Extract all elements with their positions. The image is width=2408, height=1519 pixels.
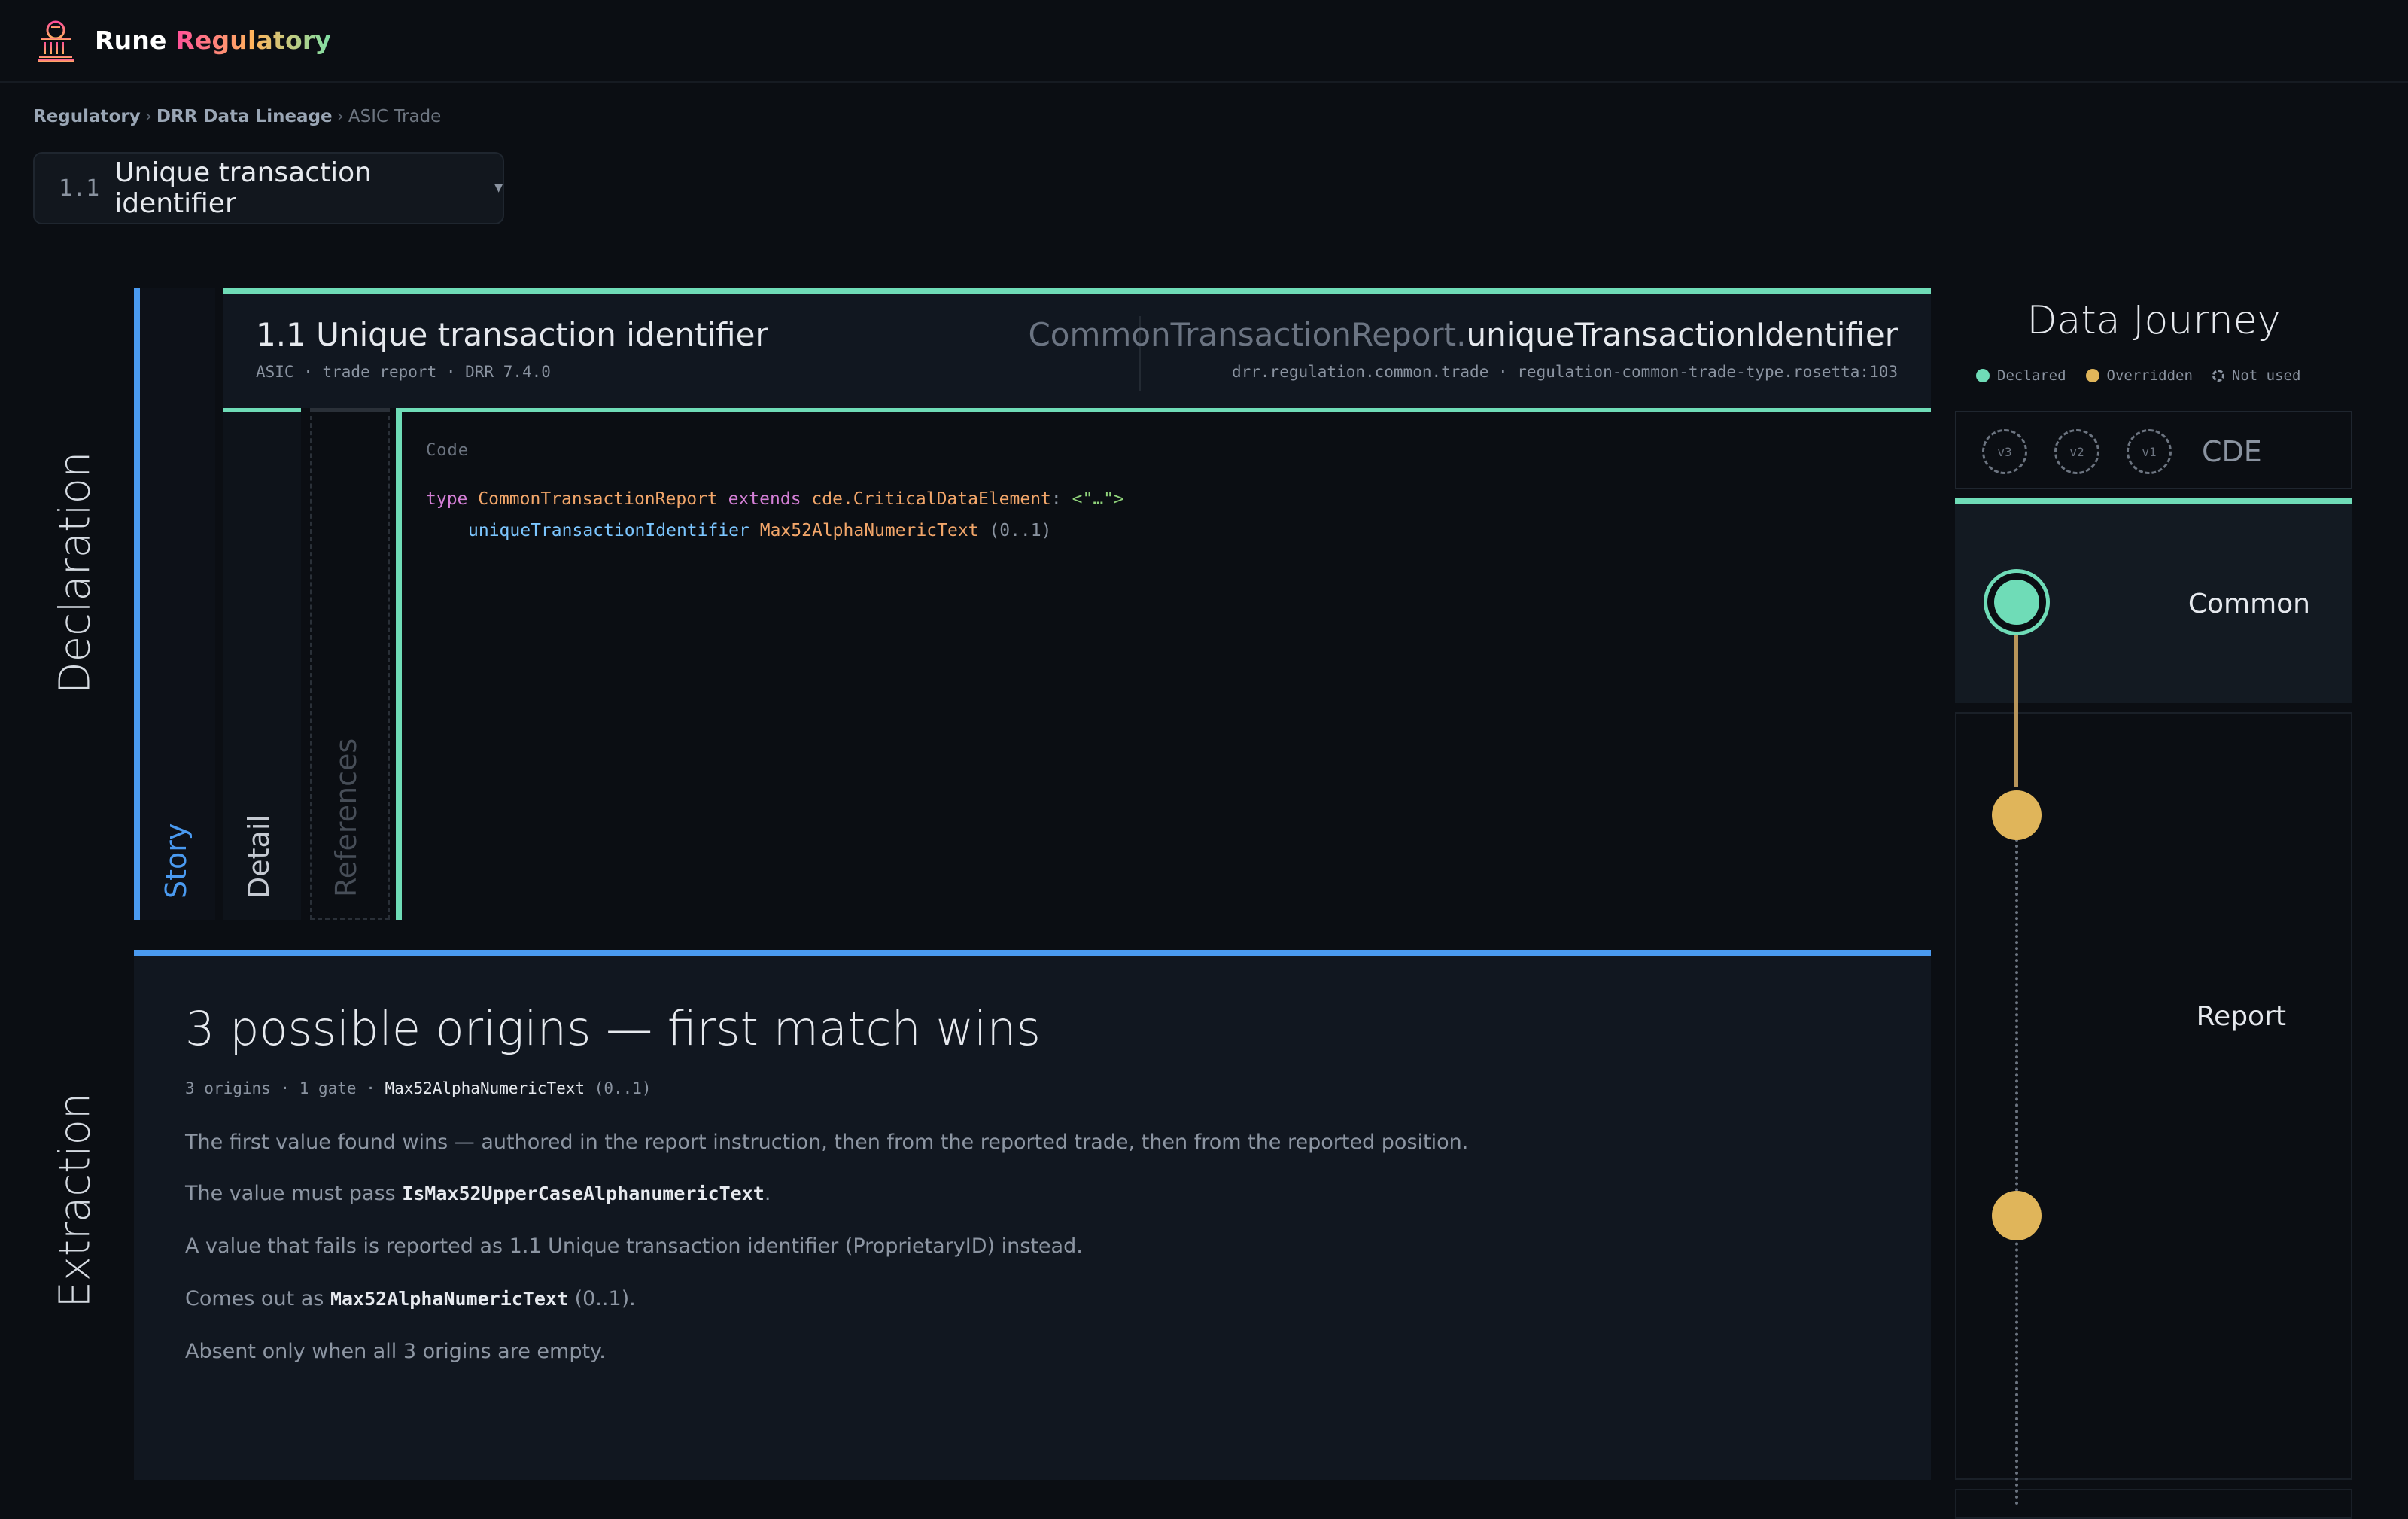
- journey-legend: Declared Overridden Not used: [1976, 367, 2300, 384]
- code-type-name: CommonTransactionReport: [478, 489, 718, 509]
- institution-icon[interactable]: [36, 20, 75, 62]
- gate-suffix: .: [764, 1182, 771, 1205]
- output-prefix: Comes out as: [185, 1287, 330, 1310]
- version-v2[interactable]: v2: [2054, 429, 2099, 474]
- summary-counts: 3 origins · 1 gate ·: [185, 1079, 385, 1097]
- code-doc-string: <"…">: [1072, 489, 1124, 509]
- tab-detail[interactable]: Detail: [223, 408, 301, 920]
- code-attribute-type: Max52AlphaNumericText: [759, 521, 979, 540]
- cde-version-row: v3 v2 v1 CDE: [1955, 411, 2352, 489]
- brand-name[interactable]: Rune Regulatory: [95, 26, 331, 55]
- breadcrumb-current: ASIC Trade: [348, 107, 442, 126]
- legend-not-used-label: Not used: [2231, 367, 2301, 384]
- declaration-title: 1.1 Unique transaction identifier: [256, 316, 768, 353]
- common-label: Common: [2188, 589, 2310, 619]
- tab-references[interactable]: References: [310, 408, 390, 920]
- overridden-node-1[interactable]: [1992, 790, 2042, 840]
- version-v1[interactable]: v1: [2127, 429, 2172, 474]
- extraction-heading: 3 possible origins — first match wins: [185, 1001, 1041, 1056]
- extraction-panel: 3 possible origins — first match wins 3 …: [134, 950, 1931, 1480]
- tab-references-label: References: [330, 738, 363, 897]
- output-suffix: (0..1).: [568, 1287, 636, 1310]
- legend-not-used: Not used: [2212, 367, 2301, 384]
- top-bar: Rune Regulatory: [0, 0, 2408, 83]
- declared-node[interactable]: [1984, 569, 2050, 635]
- extraction-summary: 3 origins · 1 gate · Max52AlphaNumericTe…: [185, 1079, 652, 1097]
- tab-story-label: Story: [160, 823, 193, 899]
- declared-dot-icon: [1976, 369, 1990, 382]
- code-super-type: cde.CriticalDataElement: [811, 489, 1051, 509]
- overridden-dot-icon: [2085, 369, 2099, 382]
- code-panel: Code type CommonTransactionReport extend…: [396, 408, 1931, 920]
- gate-function: IsMax52UpperCaseAlphanumericText: [402, 1183, 765, 1204]
- journey-connector-solid: [2014, 629, 2018, 787]
- report-label: Report: [2196, 1001, 2286, 1032]
- cde-label: CDE: [2202, 435, 2262, 468]
- code-caption: Code: [426, 441, 469, 460]
- tab-story[interactable]: Story: [140, 288, 215, 920]
- code-attribute-name: uniqueTransactionIdentifier: [468, 521, 749, 540]
- extraction-paragraph-output: Comes out as Max52AlphaNumericText (0..1…: [185, 1287, 636, 1310]
- summary-type: Max52AlphaNumericText: [385, 1079, 585, 1097]
- brand-first: Rune: [95, 26, 167, 55]
- declaration-source: drr.regulation.common.trade · regulation…: [1231, 363, 1898, 381]
- breadcrumb-item-regulatory[interactable]: Regulatory: [33, 107, 141, 126]
- breadcrumb: Regulatory › DRR Data Lineage › ASIC Trade: [33, 107, 441, 126]
- path-type: CommonTransactionReport.: [1028, 316, 1467, 353]
- code-line-attribute: uniqueTransactionIdentifier Max52AlphaNu…: [468, 521, 1051, 540]
- extraction-paragraph-gate: The value must pass IsMax52UpperCaseAlph…: [185, 1182, 771, 1205]
- summary-cardinality: (0..1): [585, 1079, 652, 1097]
- overridden-node-2[interactable]: [1992, 1191, 2042, 1240]
- breadcrumb-separator: ›: [336, 107, 344, 126]
- breadcrumb-item-drr-data-lineage[interactable]: DRR Data Lineage: [157, 107, 333, 126]
- legend-declared: Declared: [1976, 367, 2066, 384]
- code-keyword-extends: extends: [728, 489, 801, 509]
- version-v3[interactable]: v3: [1982, 429, 2027, 474]
- output-type: Max52AlphaNumericText: [330, 1288, 569, 1310]
- journey-connector-dotted: [2015, 839, 2018, 1505]
- breadcrumb-separator: ›: [144, 107, 152, 126]
- path-attribute: uniqueTransactionIdentifier: [1466, 316, 1898, 353]
- code-colon: :: [1050, 489, 1062, 509]
- declaration-header: 1.1 Unique transaction identifier ASIC ·…: [223, 288, 1931, 408]
- declaration-path: CommonTransactionReport.uniqueTransactio…: [1028, 316, 1898, 353]
- extraction-paragraph-fallback: A value that fails is reported as 1.1 Un…: [185, 1234, 1083, 1258]
- extraction-paragraph-absent: Absent only when all 3 origins are empty…: [185, 1340, 606, 1363]
- field-selector-dropdown[interactable]: 1.1 Unique transaction identifier ▼: [33, 152, 504, 224]
- code-cardinality: (0..1): [989, 521, 1052, 540]
- section-label-extraction: Extraction: [50, 1092, 100, 1308]
- code-keyword-type: type: [426, 489, 468, 509]
- gate-prefix: The value must pass: [185, 1182, 403, 1205]
- legend-overridden-label: Overridden: [2106, 367, 2193, 384]
- brand-second: Regulatory: [175, 26, 332, 55]
- declaration-accent-bar: [134, 288, 140, 920]
- legend-declared-label: Declared: [1997, 367, 2066, 384]
- not-used-dot-icon: [2212, 370, 2224, 382]
- field-number: 1.1: [59, 175, 100, 202]
- declaration-panel: Story Detail References 1.1 Unique trans…: [134, 288, 1931, 920]
- section-label-declaration: Declaration: [50, 451, 100, 695]
- code-line-type: type CommonTransactionReport extends cde…: [426, 489, 1124, 509]
- tab-detail-label: Detail: [242, 814, 275, 899]
- declaration-meta: ASIC · trade report · DRR 7.4.0: [256, 363, 551, 381]
- data-journey-title: Data Journey: [2026, 298, 2281, 343]
- field-label: Unique transaction identifier: [114, 157, 372, 219]
- chevron-down-icon: ▼: [494, 182, 503, 194]
- extraction-paragraph-origins: The first value found wins — authored in…: [185, 1131, 1469, 1154]
- legend-overridden: Overridden: [2085, 367, 2193, 384]
